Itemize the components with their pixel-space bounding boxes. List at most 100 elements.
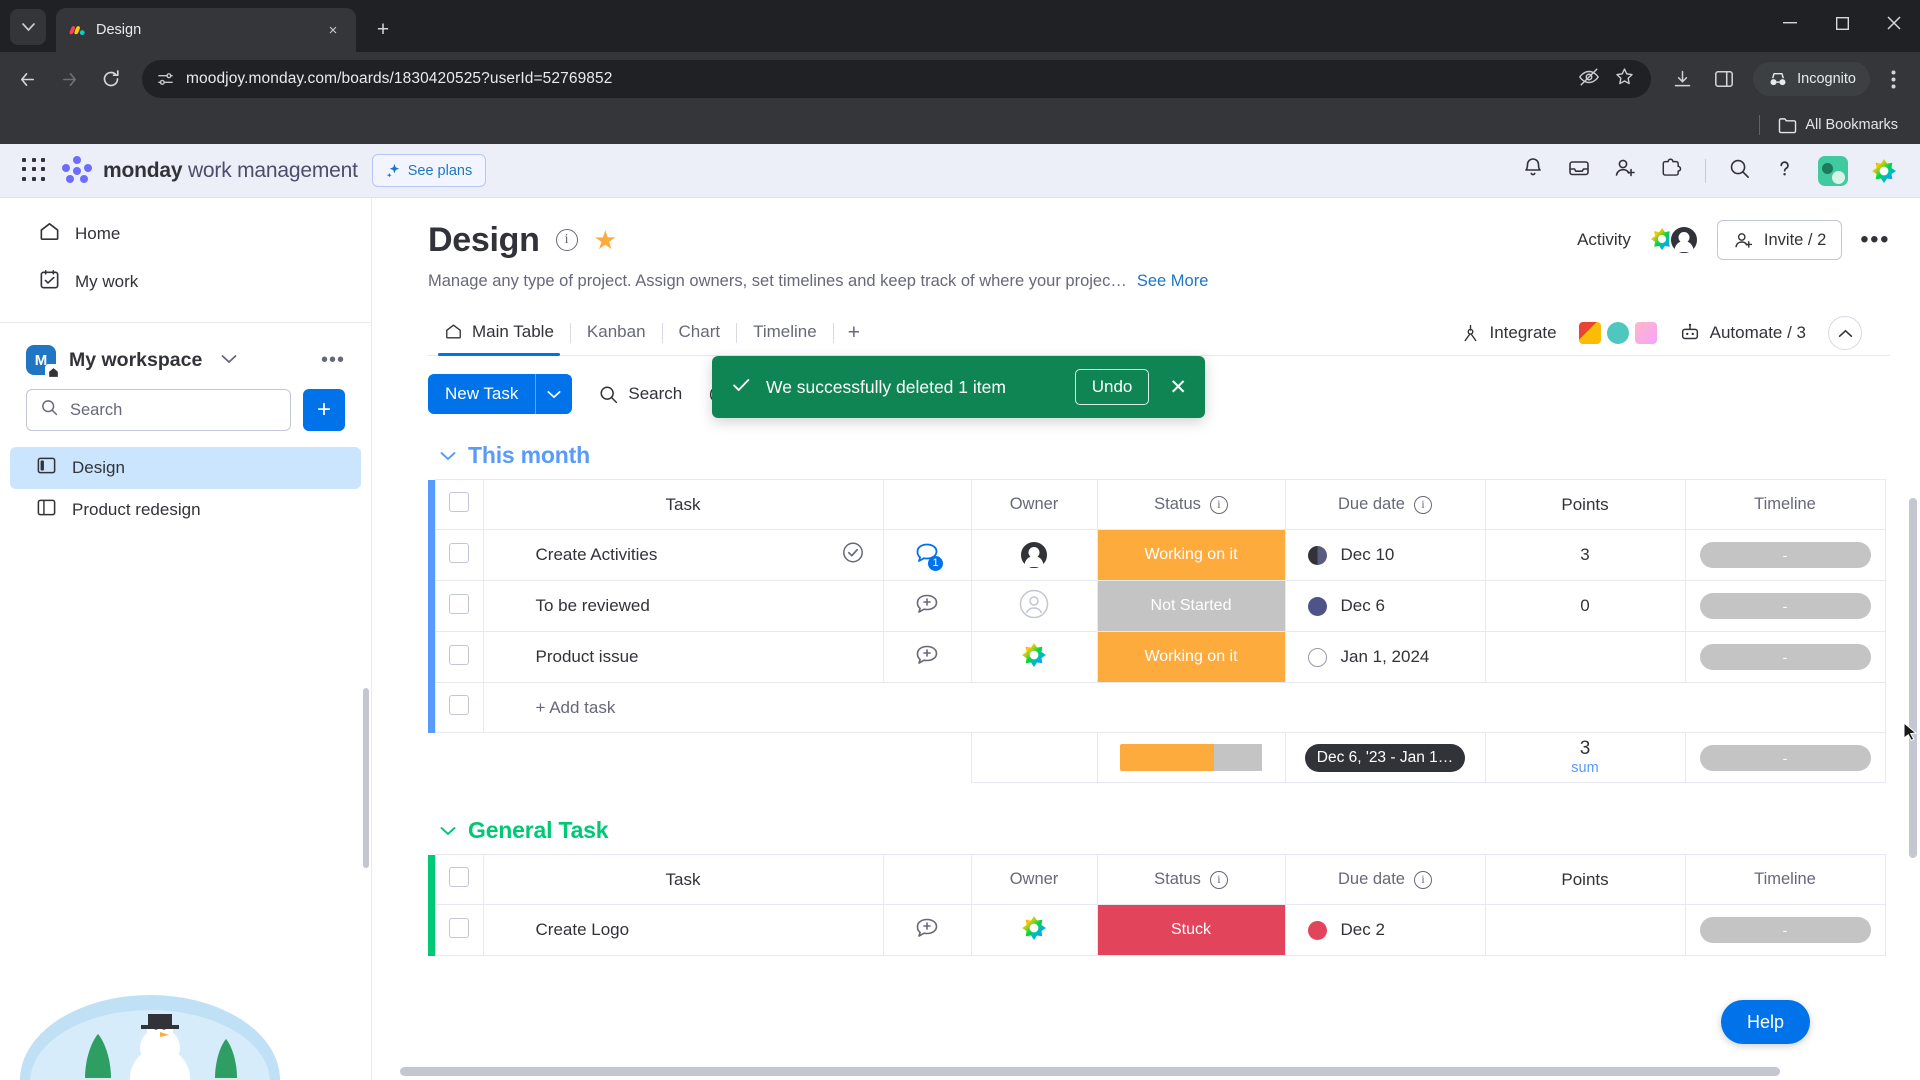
inbox-icon[interactable] — [1567, 156, 1591, 185]
cell-timeline[interactable]: - — [1684, 529, 1886, 581]
sidebar-item-product-redesign[interactable]: Product redesign — [10, 489, 361, 531]
cell-updates[interactable] — [882, 904, 972, 956]
new-task-button[interactable]: New Task — [428, 374, 573, 414]
info-icon[interactable]: i — [1209, 870, 1228, 889]
checkbox[interactable] — [449, 492, 469, 512]
cell-timeline[interactable]: - — [1684, 631, 1886, 683]
table-row[interactable]: To be reviewed Not Started Dec 6 0 - — [428, 580, 1886, 632]
done-check-icon[interactable] — [841, 541, 865, 570]
cell-owner[interactable] — [970, 529, 1098, 581]
cell-timeline[interactable]: - — [1684, 904, 1886, 956]
cell-due-date[interactable]: Dec 2 — [1284, 904, 1486, 956]
all-bookmarks-button[interactable]: All Bookmarks — [1770, 113, 1906, 138]
checkbox[interactable] — [449, 644, 469, 665]
cell-due-date[interactable]: Jan 1, 2024 — [1284, 631, 1486, 683]
group-header[interactable]: This month — [428, 430, 1920, 479]
add-board-button[interactable]: + — [303, 389, 345, 431]
rainbow-avatar-icon[interactable] — [1020, 642, 1048, 673]
add-update-icon[interactable] — [914, 594, 940, 621]
column-header-task[interactable]: Task — [482, 854, 884, 905]
help-button[interactable]: Help — [1720, 1000, 1810, 1044]
cell-points[interactable]: 0 — [1484, 580, 1686, 632]
cell-task-name[interactable]: To be reviewed — [482, 580, 884, 632]
checkbox[interactable] — [449, 593, 469, 614]
reload-icon[interactable] — [92, 60, 130, 98]
sidebar-item-home[interactable]: Home — [12, 210, 359, 258]
see-plans-button[interactable]: See plans — [371, 154, 487, 187]
cell-updates[interactable] — [882, 631, 972, 683]
add-update-icon[interactable] — [914, 645, 940, 672]
sidebar-item-my-work[interactable]: My work — [12, 258, 359, 306]
new-tab-button[interactable]: + — [366, 13, 400, 47]
select-all-checkbox[interactable] — [434, 479, 484, 530]
cell-owner[interactable] — [970, 904, 1098, 956]
cell-task-name[interactable]: Create Logo — [482, 904, 884, 956]
tab-timeline[interactable]: Timeline — [737, 312, 833, 355]
eye-slash-icon[interactable] — [1578, 66, 1600, 93]
column-header-due-date[interactable]: Due date i — [1284, 854, 1486, 905]
bookmark-star-icon[interactable] — [1614, 66, 1635, 92]
info-icon[interactable]: i — [1413, 870, 1432, 889]
cell-status[interactable]: Stuck — [1096, 904, 1286, 956]
table-row[interactable]: Product issue Working on it Jan 1, 2024 … — [428, 631, 1886, 683]
add-task-button[interactable]: + Add task — [482, 682, 1886, 733]
cell-updates[interactable] — [882, 580, 972, 632]
integrate-button[interactable]: Integrate — [1460, 323, 1557, 344]
avatar[interactable] — [1019, 540, 1049, 570]
column-header-status[interactable]: Status i — [1096, 854, 1286, 905]
address-bar[interactable]: moodjoy.monday.com/boards/1830420525?use… — [142, 60, 1652, 98]
horizontal-scrollbar[interactable] — [400, 1067, 1780, 1076]
avatar[interactable] — [1818, 155, 1848, 186]
board-more-menu-icon[interactable]: ••• — [1860, 226, 1890, 254]
group-header[interactable]: General Task — [428, 805, 1920, 854]
summary-points[interactable]: 3 sum — [1484, 732, 1686, 783]
search-icon[interactable] — [1728, 157, 1751, 185]
column-header-owner[interactable]: Owner — [970, 479, 1098, 530]
automate-button[interactable]: Automate / 3 — [1679, 322, 1806, 344]
forward-icon[interactable] — [50, 60, 88, 98]
cell-owner[interactable] — [970, 631, 1098, 683]
tab-chart[interactable]: Chart — [663, 312, 737, 355]
row-checkbox[interactable] — [434, 631, 484, 683]
checkbox[interactable] — [449, 867, 469, 887]
apps-grid-icon[interactable] — [22, 157, 48, 184]
tab-main-table[interactable]: Main Table — [428, 312, 570, 356]
column-header-task[interactable]: Task — [482, 479, 884, 530]
search-button[interactable]: Search — [598, 384, 682, 405]
info-icon[interactable]: i — [1413, 495, 1432, 514]
tab-close-icon[interactable]: × — [322, 19, 344, 41]
summary-timeline[interactable]: - — [1684, 732, 1886, 783]
cell-updates[interactable]: 1 — [882, 529, 972, 581]
chevron-down-icon[interactable] — [440, 446, 456, 466]
help-icon[interactable] — [1773, 157, 1796, 185]
update-bubble-icon[interactable]: 1 — [914, 540, 943, 571]
column-header-timeline[interactable]: Timeline — [1684, 479, 1886, 530]
see-more-link[interactable]: See More — [1137, 272, 1209, 291]
window-close-button[interactable] — [1868, 0, 1920, 46]
incognito-indicator[interactable]: Incognito — [1753, 62, 1870, 96]
summary-status-bar[interactable] — [1096, 732, 1286, 783]
row-checkbox[interactable] — [434, 580, 484, 632]
add-update-icon[interactable] — [914, 918, 940, 945]
column-header-points[interactable]: Points — [1484, 479, 1686, 530]
monday-brand[interactable]: monday work management — [62, 155, 358, 186]
chevron-down-icon[interactable] — [221, 351, 237, 369]
activity-label[interactable]: Activity — [1577, 230, 1631, 250]
rainbow-star-icon[interactable] — [1870, 157, 1898, 185]
column-header-points[interactable]: Points — [1484, 854, 1686, 905]
cell-due-date[interactable]: Dec 6 — [1284, 580, 1486, 632]
cell-status[interactable]: Working on it — [1096, 529, 1286, 581]
table-row[interactable]: Create Activities 1 Working on it Dec 10… — [428, 529, 1886, 581]
info-icon[interactable]: i — [1209, 495, 1228, 514]
invite-member-icon[interactable] — [1613, 156, 1637, 185]
browser-tab-design[interactable]: Design × — [56, 8, 356, 52]
cell-due-date[interactable]: Dec 10 — [1284, 529, 1486, 581]
cell-task-name[interactable]: Product issue — [482, 631, 884, 683]
column-header-owner[interactable]: Owner — [970, 854, 1098, 905]
download-icon[interactable] — [1663, 60, 1701, 98]
column-header-timeline[interactable]: Timeline — [1684, 854, 1886, 905]
row-checkbox[interactable] — [434, 682, 484, 733]
checkbox[interactable] — [449, 542, 469, 563]
bell-icon[interactable] — [1521, 156, 1545, 185]
chevron-down-icon[interactable] — [536, 390, 572, 399]
